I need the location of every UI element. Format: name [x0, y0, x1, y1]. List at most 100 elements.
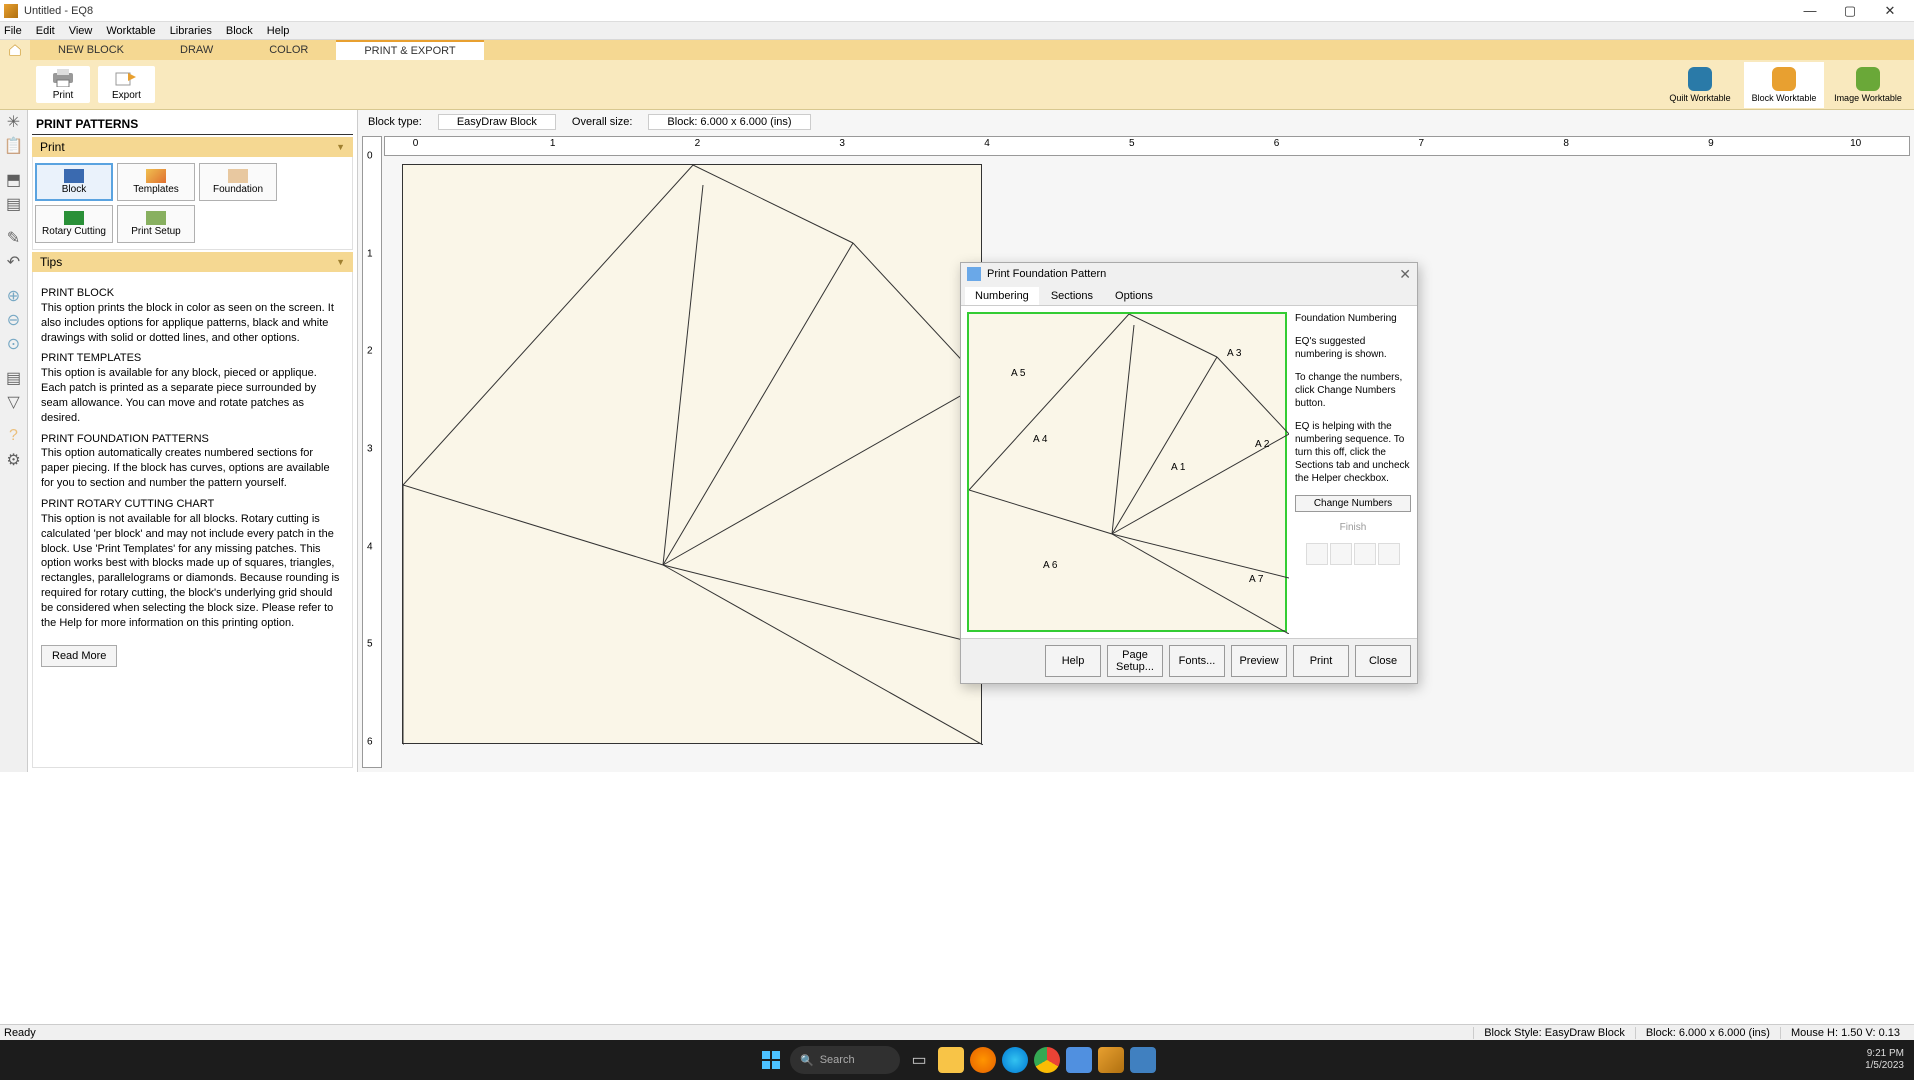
file-explorer-icon[interactable]: [938, 1047, 964, 1073]
ribbon: Print Export Quilt Worktable Block Workt…: [0, 60, 1914, 110]
start-button[interactable]: [758, 1047, 784, 1073]
templates-icon: [146, 169, 166, 183]
block-canvas[interactable]: [402, 164, 982, 744]
ribbon-print-button[interactable]: Print: [36, 66, 90, 103]
print-section-header[interactable]: Print ▼: [32, 137, 353, 157]
dialog-title-bar[interactable]: Print Foundation Pattern ✕: [961, 263, 1417, 285]
blank-icon[interactable]: [1378, 543, 1400, 565]
taskbar-clock[interactable]: 9:21 PM 1/5/2023: [1865, 1048, 1904, 1072]
ribbon-export-button[interactable]: Export: [98, 66, 155, 103]
print-block-button[interactable]: Block: [35, 163, 113, 201]
export-icon: [113, 68, 139, 88]
dialog-page-setup-button[interactable]: Page Setup...: [1107, 645, 1163, 677]
overall-size-value[interactable]: Block: 6.000 x 6.000 (ins): [648, 114, 810, 130]
segment-label: A 7: [1249, 574, 1263, 585]
tab-draw[interactable]: DRAW: [152, 40, 241, 60]
tab-color[interactable]: COLOR: [241, 40, 336, 60]
help-icon[interactable]: ?: [4, 426, 24, 446]
print-foundation-dialog: Print Foundation Pattern ✕ Numbering Sec…: [960, 262, 1418, 684]
zoom-fit-icon[interactable]: ⊙: [4, 334, 24, 354]
undo-icon[interactable]: ↶: [4, 252, 24, 272]
menu-libraries[interactable]: Libraries: [170, 25, 212, 37]
menu-view[interactable]: View: [69, 25, 93, 37]
dialog-tab-sections[interactable]: Sections: [1041, 287, 1103, 305]
status-style: Block Style: EasyDraw Block: [1473, 1027, 1635, 1039]
print-setup-button[interactable]: Print Setup: [117, 205, 195, 243]
dialog-preview[interactable]: A 1 A 2 A 3 A 4 A 5 A 6 A 7: [967, 312, 1287, 632]
home-tab[interactable]: [0, 40, 30, 60]
gear-icon[interactable]: ⚙: [4, 450, 24, 470]
zoom-in-icon[interactable]: [1306, 543, 1328, 565]
foundation-icon: [228, 169, 248, 183]
dialog-tab-numbering[interactable]: Numbering: [965, 287, 1039, 305]
apps-icon[interactable]: [1066, 1047, 1092, 1073]
close-button[interactable]: ✕: [1870, 1, 1910, 21]
image-worktable-button[interactable]: Image Worktable: [1828, 62, 1908, 108]
read-more-button[interactable]: Read More: [41, 645, 117, 668]
change-numbers-button[interactable]: Change Numbers: [1295, 495, 1411, 512]
zoom-out-icon[interactable]: [1330, 543, 1352, 565]
quilt-worktable-button[interactable]: Quilt Worktable: [1660, 62, 1740, 108]
menu-worktable[interactable]: Worktable: [106, 25, 155, 37]
print-foundation-button[interactable]: Foundation: [199, 163, 277, 201]
taskbar-search[interactable]: 🔍 Search: [790, 1046, 900, 1074]
print-setup-icon: [146, 211, 166, 225]
chrome-icon[interactable]: [1034, 1047, 1060, 1073]
dialog-preview-button[interactable]: Preview: [1231, 645, 1287, 677]
maximize-button[interactable]: ▢: [1830, 1, 1870, 21]
tab-new-block[interactable]: NEW BLOCK: [30, 40, 152, 60]
new-icon[interactable]: ✳: [4, 112, 24, 132]
menu-edit[interactable]: Edit: [36, 25, 55, 37]
dialog-tab-options[interactable]: Options: [1105, 287, 1163, 305]
block-type-label: Block type:: [368, 116, 422, 128]
tip-text: This option automatically creates number…: [41, 446, 344, 491]
menu-file[interactable]: File: [4, 25, 22, 37]
print-rotary-button[interactable]: Rotary Cutting: [35, 205, 113, 243]
grid-icon[interactable]: [1354, 543, 1376, 565]
dialog-help-button[interactable]: Help: [1045, 645, 1101, 677]
status-mouse: Mouse H: 1.50 V: 0.13: [1780, 1027, 1910, 1039]
task-view-icon[interactable]: ▭: [906, 1047, 932, 1073]
tips-section-header[interactable]: Tips ▼: [32, 252, 353, 272]
dialog-fonts-button[interactable]: Fonts...: [1169, 645, 1225, 677]
menu-block[interactable]: Block: [226, 25, 253, 37]
measure-icon[interactable]: ▽: [4, 392, 24, 412]
ruler-icon[interactable]: ▤: [4, 368, 24, 388]
dialog-print-button[interactable]: Print: [1293, 645, 1349, 677]
printer-icon: [50, 68, 76, 88]
firefox-icon[interactable]: [970, 1047, 996, 1073]
quilt-worktable-icon: [1688, 67, 1712, 91]
pencil-icon[interactable]: ✎: [4, 228, 24, 248]
block-worktable-button[interactable]: Block Worktable: [1744, 62, 1824, 108]
overall-size-label: Overall size:: [572, 116, 633, 128]
open-icon[interactable]: 📋: [4, 136, 24, 156]
segment-label: A 6: [1043, 560, 1057, 571]
dialog-icon: [967, 267, 981, 281]
block-icon: [64, 169, 84, 183]
segment-label: A 4: [1033, 434, 1047, 445]
dialog-footer: Help Page Setup... Fonts... Preview Prin…: [961, 638, 1417, 683]
zoom-out-icon[interactable]: ⊖: [4, 310, 24, 330]
menu-help[interactable]: Help: [267, 25, 290, 37]
window-title: Untitled - EQ8: [24, 5, 1790, 17]
add-strip-icon[interactable]: ▤: [4, 194, 24, 214]
search-icon: 🔍: [800, 1054, 814, 1067]
dialog-close-button[interactable]: Close: [1355, 645, 1411, 677]
print-templates-button[interactable]: Templates: [117, 163, 195, 201]
minimize-button[interactable]: —: [1790, 1, 1830, 21]
block-type-value[interactable]: EasyDraw Block: [438, 114, 556, 130]
add-layer-icon[interactable]: ⬒: [4, 170, 24, 190]
segment-label: A 2: [1255, 439, 1269, 450]
eq8-icon[interactable]: [1098, 1047, 1124, 1073]
tab-print-export[interactable]: PRINT & EXPORT: [336, 40, 483, 60]
side-text: To change the numbers, click Change Numb…: [1295, 371, 1411, 410]
dialog-close-button[interactable]: ✕: [1399, 266, 1411, 283]
zoom-in-icon[interactable]: ⊕: [4, 286, 24, 306]
title-bar: Untitled - EQ8 — ▢ ✕: [0, 0, 1914, 22]
segment-label: A 5: [1011, 368, 1025, 379]
edge-icon[interactable]: [1002, 1047, 1028, 1073]
app-icon[interactable]: [1130, 1047, 1156, 1073]
dialog-title: Print Foundation Pattern: [987, 268, 1399, 280]
side-text: EQ is helping with the numbering sequenc…: [1295, 420, 1411, 485]
left-toolbar: ✳ 📋 ⬒ ▤ ✎ ↶ ⊕ ⊖ ⊙ ▤ ▽ ? ⚙: [0, 110, 28, 772]
